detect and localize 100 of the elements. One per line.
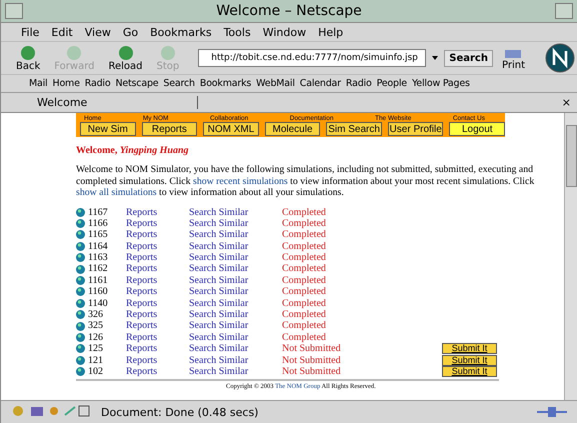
- url-field[interactable]: http://tobit.cse.nd.edu:7777/nom/simuinfo.jsp: [198, 49, 426, 67]
- menu-item[interactable]: Tools: [224, 26, 251, 38]
- bookmark-link[interactable]: Home: [52, 78, 80, 89]
- reports-link[interactable]: Reports: [126, 332, 158, 343]
- window-title: Welcome – Netscape: [216, 3, 362, 19]
- intro-paragraph: Welcome to NOM Simulator, you have the following simulations, including not submitted, submitted, executing and completed simulations. Click show recent simulations to view information about your most recent simulations. Click show all simulations to view information about all your simulations.: [76, 164, 536, 198]
- status-text: Not Submitted: [282, 354, 342, 366]
- search-similar-link[interactable]: Search Similar: [189, 298, 248, 309]
- search-similar-link[interactable]: Search Similar: [189, 343, 248, 354]
- search-button[interactable]: Search: [444, 50, 493, 66]
- bookmark-link[interactable]: Netscape: [115, 78, 158, 89]
- simulation-id: 125: [88, 343, 103, 355]
- status-text: Completed: [282, 320, 327, 332]
- globe-icon: [76, 264, 85, 274]
- globe-icon: [76, 322, 85, 331]
- reports-link[interactable]: Reports: [126, 309, 158, 320]
- menu-item[interactable]: Edit: [51, 26, 73, 38]
- nav-button[interactable]: User Profile: [388, 122, 444, 136]
- reports-link[interactable]: Reports: [126, 286, 158, 298]
- bookmark-link[interactable]: WebMail: [256, 78, 295, 89]
- globe-icon: [76, 298, 85, 308]
- simulation-id: 1140: [88, 298, 108, 310]
- nav-button[interactable]: Reports: [142, 122, 198, 136]
- search-similar-link[interactable]: Search Similar: [189, 240, 248, 252]
- status-text: Completed: [282, 240, 327, 252]
- status-text: Completed: [282, 274, 327, 286]
- reports-link[interactable]: Reports: [126, 252, 158, 264]
- search-similar-link[interactable]: Search Similar: [189, 252, 248, 264]
- menu-item[interactable]: Go: [122, 26, 138, 38]
- reports-link[interactable]: Reports: [126, 343, 158, 354]
- search-similar-link[interactable]: Search Similar: [189, 320, 248, 332]
- nav-button[interactable]: NOM XML: [203, 122, 259, 136]
- search-similar-link[interactable]: Search Similar: [189, 286, 248, 298]
- search-similar-link[interactable]: Search Similar: [189, 274, 248, 286]
- nav-button[interactable]: Molecule: [264, 122, 320, 136]
- globe-icon: [76, 276, 85, 286]
- reports-link[interactable]: Reports: [126, 206, 158, 218]
- globe-icon: [76, 208, 85, 217]
- bookmark-link[interactable]: People: [376, 78, 407, 89]
- search-similar-link[interactable]: Search Similar: [189, 309, 248, 320]
- link[interactable]: show recent simulations: [193, 176, 288, 186]
- search-similar-link[interactable]: Search Similar: [189, 366, 248, 377]
- menu-item[interactable]: View: [84, 26, 111, 38]
- simulation-id: 102: [88, 366, 103, 378]
- nav-button[interactable]: Sim Search: [326, 122, 382, 136]
- reports-link[interactable]: Reports: [126, 298, 158, 309]
- menu-item[interactable]: Window: [262, 26, 306, 38]
- simulation-id: 1163: [88, 252, 108, 264]
- toolbar-button[interactable]: Reload: [106, 44, 146, 72]
- close-tab-button[interactable]: ×: [562, 96, 571, 109]
- status-text: Not Submitted: [282, 366, 342, 378]
- search-similar-link[interactable]: Search Similar: [189, 218, 248, 229]
- print-button[interactable]: Print: [498, 46, 528, 70]
- bookmark-link[interactable]: Bookmarks: [200, 78, 252, 89]
- bookmark-link[interactable]: Calendar: [300, 78, 341, 89]
- submit-button[interactable]: Submit It: [442, 343, 497, 354]
- nav-button[interactable]: Logout: [449, 122, 506, 136]
- reports-link[interactable]: Reports: [126, 263, 158, 274]
- bookmark-link[interactable]: Yellow Pages: [412, 78, 470, 89]
- scrollbar[interactable]: [564, 113, 577, 400]
- search-similar-link[interactable]: Search Similar: [189, 332, 248, 343]
- toolbar-button[interactable]: Back: [13, 44, 44, 72]
- reports-link[interactable]: Reports: [126, 274, 158, 286]
- search-similar-link[interactable]: Search Similar: [189, 229, 248, 240]
- simulation-id: 1161: [88, 274, 108, 286]
- browser-tab[interactable]: Welcome: [37, 96, 198, 109]
- reports-link[interactable]: Reports: [126, 218, 158, 229]
- submit-button[interactable]: Submit It: [442, 366, 497, 377]
- globe-icon: [76, 310, 85, 320]
- bookmark-link[interactable]: Search: [163, 78, 195, 89]
- globe-icon: [76, 287, 85, 296]
- reports-link[interactable]: Reports: [126, 229, 158, 240]
- reports-link[interactable]: Reports: [126, 354, 158, 366]
- globe-icon: [76, 367, 85, 376]
- globe-icon: [76, 230, 85, 240]
- menu-item[interactable]: Bookmarks: [150, 26, 212, 38]
- link[interactable]: show all simulations: [76, 187, 157, 198]
- menu-item[interactable]: File: [21, 26, 40, 38]
- reports-link[interactable]: Reports: [126, 240, 158, 252]
- globe-icon: [76, 356, 85, 365]
- simulation-id: 1165: [88, 229, 108, 241]
- menu-item[interactable]: Help: [318, 26, 344, 38]
- status-text: Document: Done (0.48 secs): [101, 406, 258, 418]
- status-text: Completed: [282, 218, 327, 230]
- window-menu-button[interactable]: [5, 3, 23, 19]
- status-text: Completed: [282, 286, 327, 298]
- maximize-button[interactable]: [555, 3, 573, 19]
- search-similar-link[interactable]: Search Similar: [189, 206, 248, 218]
- nav-button[interactable]: New Sim: [80, 122, 136, 136]
- status-text: Completed: [282, 206, 327, 218]
- simulation-id: 1162: [88, 263, 108, 275]
- globe-icon: [76, 219, 85, 228]
- reports-link[interactable]: Reports: [126, 320, 158, 332]
- bookmark-link[interactable]: Mail: [29, 78, 48, 89]
- bookmark-link[interactable]: Radio: [346, 78, 372, 89]
- submit-button[interactable]: Submit It: [442, 354, 497, 366]
- search-similar-link[interactable]: Search Similar: [189, 354, 248, 366]
- bookmark-link[interactable]: Radio: [84, 78, 110, 89]
- reports-link[interactable]: Reports: [126, 366, 158, 377]
- search-similar-link[interactable]: Search Similar: [189, 263, 248, 274]
